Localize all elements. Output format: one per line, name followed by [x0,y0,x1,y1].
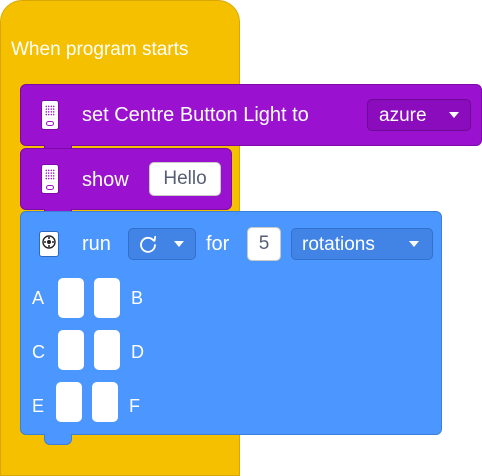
direction-dropdown[interactable] [128,228,196,260]
port-label-e: E [32,396,45,416]
clockwise-icon [138,234,158,260]
unit-dropdown[interactable]: rotations [291,228,433,260]
amount-input[interactable]: 5 [247,227,281,261]
show-text-input[interactable]: Hello [149,162,221,196]
port-a-toggle[interactable] [58,278,84,318]
port-b-toggle[interactable] [94,278,120,318]
hat-block-title: When program starts [11,39,189,60]
chevron-down-icon [409,241,419,247]
motor-run-block[interactable]: run for 5 rotations A B C D E F [20,211,442,435]
port-label-f: F [129,396,140,416]
port-label-c: C [32,342,45,362]
run-label: run [82,233,111,255]
show-text-block[interactable]: show Hello [20,148,232,210]
port-e-toggle[interactable] [56,382,82,422]
port-c-toggle[interactable] [58,330,84,370]
for-label: for [206,233,230,255]
port-label-b: B [131,288,144,308]
chevron-down-icon [449,112,459,118]
hub-light-icon [41,100,59,130]
set-centre-button-light-block[interactable]: set Centre Button Light to azure [20,84,482,146]
port-d-toggle[interactable] [94,330,120,370]
light-block-label: set Centre Button Light to [82,104,309,126]
light-color-value: azure [379,105,427,126]
show-block-label: show [82,169,129,191]
hub-display-icon [41,164,59,194]
port-f-toggle[interactable] [92,382,118,422]
motor-icon [39,231,59,257]
chevron-down-icon [174,241,184,247]
light-color-dropdown[interactable]: azure [367,99,471,131]
port-label-d: D [131,342,144,362]
unit-value: rotations [302,234,375,255]
port-label-a: A [32,288,45,308]
